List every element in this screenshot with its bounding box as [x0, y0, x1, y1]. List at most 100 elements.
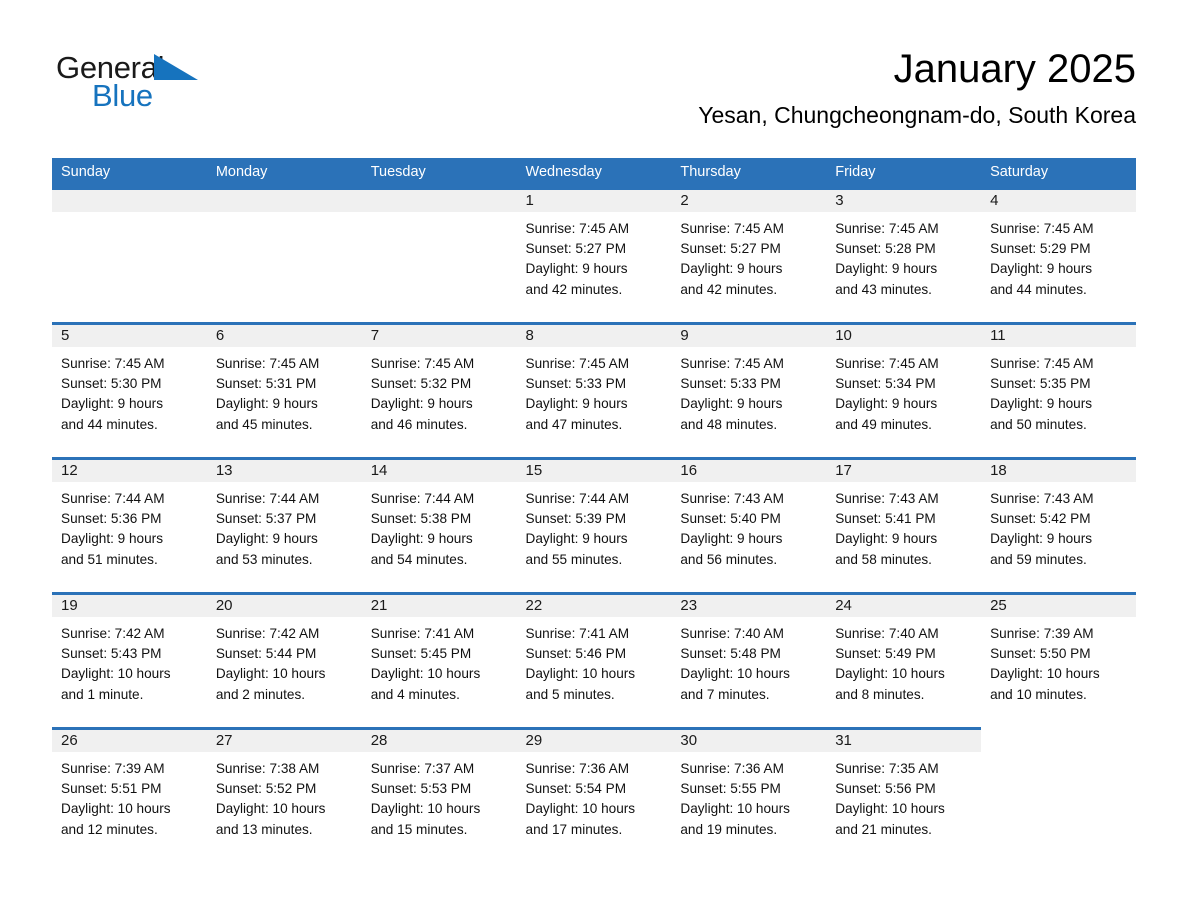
daylight-text-line1: Daylight: 10 hours [525, 666, 636, 682]
daylight-text-line1: Daylight: 10 hours [215, 666, 326, 682]
daylight-text-line2: and 47 minutes. [525, 416, 623, 432]
day-details: Sunrise: 7:45 AM Sunset: 5:27 PM Daylight:… [671, 212, 826, 300]
calendar-page: General Blue January 2025 Yesan, Chungch… [0, 0, 1188, 918]
daylight-text-line1: Daylight: 9 hours [215, 531, 318, 547]
sunrise-text: Sunrise: 7:40 AM [835, 626, 939, 641]
daylight-text-line2: and 10 minutes. [990, 686, 1087, 702]
daylight-text-line1: Daylight: 9 hours [525, 531, 628, 547]
sunset-text: Sunset: 5:51 PM [61, 781, 162, 797]
day-number-band [361, 187, 517, 212]
day-number-band: 2 [671, 187, 827, 212]
daylight-text-line1: Daylight: 9 hours [990, 531, 1093, 547]
weekday-header-sunday: Sunday [61, 164, 111, 180]
calendar-day-cell[interactable]: 23 Sunrise: 7:40 AM Sunset: 5:48 PM Dayligh… [671, 592, 827, 727]
daylight-text-line2: and 1 minute. [61, 686, 144, 702]
sunset-text: Sunset: 5:27 PM [525, 241, 627, 257]
calendar-day-cell[interactable]: 10 Sunrise: 7:45 AM Sunset: 5:34 PM Dayligh… [826, 322, 982, 457]
daylight-text-line2: and 50 minutes. [990, 416, 1087, 432]
sunset-text: Sunset: 5:32 PM [370, 376, 472, 392]
day-details: Sunrise: 7:43 AM Sunset: 5:40 PM Daylight:… [671, 482, 826, 570]
day-number-band [206, 187, 362, 212]
sunrise-text: Sunrise: 7:42 AM [61, 626, 165, 641]
calendar-day-cell[interactable]: 24 Sunrise: 7:40 AM Sunset: 5:49 PM Dayligh… [826, 592, 982, 727]
weekday-header-monday: Monday [215, 164, 268, 180]
calendar-day-cell[interactable]: 7 Sunrise: 7:45 AM Sunset: 5:32 PM Daylight… [361, 322, 517, 457]
calendar-empty-cell [52, 187, 207, 322]
day-details: Sunrise: 7:45 AM Sunset: 5:32 PM Daylight:… [362, 347, 517, 435]
sunrise-text: Sunrise: 7:45 AM [525, 221, 630, 236]
calendar-day-cell[interactable]: 9 Sunrise: 7:45 AM Sunset: 5:33 PM Daylight… [671, 322, 827, 457]
calendar-day-cell[interactable]: 8 Sunrise: 7:45 AM Sunset: 5:33 PM Daylight… [516, 322, 672, 457]
day-number-band: 28 [361, 727, 517, 752]
weekday-header-friday: Friday [835, 164, 876, 180]
day-details: Sunrise: 7:43 AM Sunset: 5:42 PM Daylight:… [981, 482, 1136, 570]
day-number-band: 8 [516, 322, 672, 347]
calendar-day-cell[interactable]: 12 Sunrise: 7:44 AM Sunset: 5:36 PM Dayligh… [52, 457, 207, 592]
sunset-text: Sunset: 5:50 PM [990, 646, 1091, 662]
day-number-band: 25 [981, 592, 1136, 617]
calendar-day-cell[interactable]: 29 Sunrise: 7:36 AM Sunset: 5:54 PM Dayligh… [516, 727, 672, 862]
daylight-text-line1: Daylight: 9 hours [990, 261, 1093, 277]
sunset-text: Sunset: 5:38 PM [370, 511, 472, 527]
calendar-empty-cell [206, 187, 362, 322]
daylight-text-line1: Daylight: 10 hours [680, 666, 790, 682]
calendar-day-cell[interactable]: 2 Sunrise: 7:45 AM Sunset: 5:27 PM Daylight… [671, 187, 827, 322]
sunrise-text: Sunrise: 7:44 AM [215, 491, 320, 506]
day-details: Sunrise: 7:41 AM Sunset: 5:46 PM Daylight:… [517, 617, 672, 705]
sunset-text: Sunset: 5:48 PM [680, 646, 781, 662]
sunrise-text: Sunrise: 7:40 AM [680, 626, 784, 641]
calendar-day-cell[interactable]: 13 Sunrise: 7:44 AM Sunset: 5:37 PM Dayligh… [206, 457, 362, 592]
calendar-day-cell[interactable]: 31 Sunrise: 7:35 AM Sunset: 5:56 PM Dayligh… [826, 727, 982, 862]
calendar-day-cell[interactable]: 4 Sunrise: 7:45 AM Sunset: 5:29 PM Daylight… [981, 187, 1136, 322]
calendar-week-row: 19 Sunrise: 7:42 AM Sunset: 5:43 PM Dayligh… [52, 592, 1136, 727]
day-details: Sunrise: 7:45 AM Sunset: 5:27 PM Daylight:… [517, 212, 672, 300]
sunrise-text: Sunrise: 7:45 AM [215, 356, 320, 371]
day-number: 30 [680, 732, 698, 749]
calendar-day-cell[interactable]: 14 Sunrise: 7:44 AM Sunset: 5:38 PM Dayligh… [361, 457, 517, 592]
calendar-day-cell[interactable]: 28 Sunrise: 7:37 AM Sunset: 5:53 PM Dayligh… [361, 727, 517, 862]
sunset-text: Sunset: 5:37 PM [215, 511, 317, 527]
calendar-day-cell[interactable]: 16 Sunrise: 7:43 AM Sunset: 5:40 PM Dayligh… [671, 457, 827, 592]
day-number-band: 4 [981, 187, 1136, 212]
calendar-day-cell[interactable]: 18 Sunrise: 7:43 AM Sunset: 5:42 PM Dayligh… [981, 457, 1136, 592]
calendar-day-cell[interactable]: 20 Sunrise: 7:42 AM Sunset: 5:44 PM Dayligh… [206, 592, 362, 727]
calendar-day-cell[interactable]: 22 Sunrise: 7:41 AM Sunset: 5:46 PM Dayligh… [516, 592, 672, 727]
day-details: Sunrise: 7:36 AM Sunset: 5:54 PM Daylight:… [517, 752, 672, 840]
day-number: 29 [525, 732, 543, 749]
calendar-day-cell[interactable]: 19 Sunrise: 7:42 AM Sunset: 5:43 PM Dayligh… [52, 592, 207, 727]
daylight-text-line1: Daylight: 9 hours [370, 531, 473, 547]
calendar-day-cell[interactable]: 15 Sunrise: 7:44 AM Sunset: 5:39 PM Dayligh… [516, 457, 672, 592]
weekday-header-tuesday: Tuesday [370, 164, 426, 180]
calendar-day-cell[interactable]: 25 Sunrise: 7:39 AM Sunset: 5:50 PM Dayligh… [981, 592, 1136, 727]
calendar-day-cell[interactable]: 1 Sunrise: 7:45 AM Sunset: 5:27 PM Daylight… [516, 187, 672, 322]
daylight-text-line1: Daylight: 9 hours [215, 396, 318, 412]
sunset-text: Sunset: 5:55 PM [680, 781, 781, 797]
daylight-text-line1: Daylight: 9 hours [680, 261, 783, 277]
calendar-day-cell[interactable]: 27 Sunrise: 7:38 AM Sunset: 5:52 PM Dayligh… [206, 727, 362, 862]
calendar-empty-cell [981, 727, 1136, 862]
day-details: Sunrise: 7:37 AM Sunset: 5:53 PM Daylight:… [362, 752, 517, 840]
day-number-band: 13 [206, 457, 362, 482]
daylight-text-line1: Daylight: 10 hours [835, 801, 945, 817]
page-title: January 2025 [893, 47, 1136, 91]
calendar-day-cell[interactable]: 17 Sunrise: 7:43 AM Sunset: 5:41 PM Dayligh… [826, 457, 982, 592]
day-details: Sunrise: 7:45 AM Sunset: 5:34 PM Daylight:… [826, 347, 981, 435]
daylight-text-line2: and 51 minutes. [61, 551, 158, 567]
day-details: Sunrise: 7:45 AM Sunset: 5:33 PM Daylight:… [671, 347, 826, 435]
weekday-header-thursday: Thursday [680, 164, 741, 180]
day-number: 11 [990, 327, 1006, 344]
day-details: Sunrise: 7:45 AM Sunset: 5:28 PM Daylight:… [826, 212, 981, 300]
calendar-day-cell[interactable]: 26 Sunrise: 7:39 AM Sunset: 5:51 PM Dayligh… [52, 727, 207, 862]
calendar-day-cell[interactable]: 21 Sunrise: 7:41 AM Sunset: 5:45 PM Dayligh… [361, 592, 517, 727]
logo-text-blue: Blue [92, 78, 153, 113]
calendar-week-row: 12 Sunrise: 7:44 AM Sunset: 5:36 PM Dayligh… [52, 457, 1136, 592]
calendar-week-row: 26 Sunrise: 7:39 AM Sunset: 5:51 PM Dayligh… [52, 727, 1136, 862]
sunset-text: Sunset: 5:31 PM [215, 376, 317, 392]
day-details: Sunrise: 7:40 AM Sunset: 5:48 PM Daylight:… [671, 617, 826, 705]
calendar-day-cell[interactable]: 6 Sunrise: 7:45 AM Sunset: 5:31 PM Daylight… [206, 322, 362, 457]
weekday-header-saturday: Saturday [990, 164, 1049, 180]
calendar-day-cell[interactable]: 30 Sunrise: 7:36 AM Sunset: 5:55 PM Dayligh… [671, 727, 827, 862]
calendar-day-cell[interactable]: 3 Sunrise: 7:45 AM Sunset: 5:28 PM Daylight… [826, 187, 982, 322]
calendar-day-cell[interactable]: 5 Sunrise: 7:45 AM Sunset: 5:30 PM Daylight… [52, 322, 207, 457]
calendar-day-cell[interactable]: 11 Sunrise: 7:45 AM Sunset: 5:35 PM Dayligh… [981, 322, 1136, 457]
